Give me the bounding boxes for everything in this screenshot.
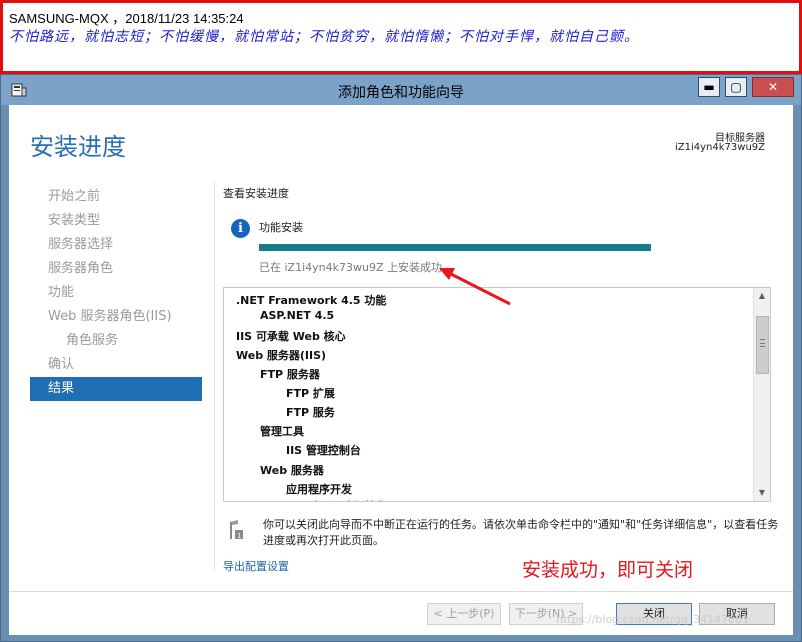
nav-item-web-server-role: Web 服务器角色(IIS) — [48, 309, 172, 324]
close-window-button[interactable]: ✕ — [752, 77, 794, 97]
annotation-callout: 安装成功，即可关闭 — [522, 559, 694, 581]
export-config-link[interactable]: 导出配置设置 — [223, 558, 289, 574]
annotation-arrow-icon — [439, 268, 511, 306]
section-heading: 查看安装进度 — [223, 187, 289, 200]
install-progress-bar — [259, 244, 651, 251]
nav-item-server-selection: 服务器选择 — [48, 237, 114, 252]
nav-item-results[interactable]: 结果 — [30, 377, 202, 401]
progress-fill — [259, 244, 651, 251]
feature-install-label: 功能安装 — [259, 221, 303, 234]
nav-item-confirmation: 确认 — [48, 357, 75, 372]
tree-item: Web 服务器(IIS) — [236, 349, 327, 362]
tree-item: .NET Framework 4.5 功能 — [236, 294, 387, 307]
window-title: 添加角色和功能向导 — [338, 85, 464, 101]
flag-note-icon: 1 — [230, 520, 243, 540]
close-note-text: 你可以关闭此向导而不中断正在运行的任务。请依次单击命令栏中的"通知"和"任务详细… — [263, 518, 779, 547]
footer-divider — [9, 591, 793, 592]
target-server-name: iZ1i4yn4k73wu9Z — [675, 142, 765, 153]
scroll-down-icon[interactable]: ▼ — [754, 485, 770, 501]
tree-item: 应用程序开发 — [286, 483, 352, 496]
nav-item-server-roles: 服务器角色 — [48, 261, 114, 276]
title-bar[interactable]: 添加角色和功能向导 ▬ ▢ ✕ — [1, 75, 801, 105]
tree-item: IIS 管理控制台 — [286, 444, 361, 457]
tree-item: 管理工具 — [260, 425, 304, 438]
minimize-button[interactable]: ▬ — [698, 77, 720, 97]
maximize-button[interactable]: ▢ — [725, 77, 747, 97]
banner-header: SAMSUNG-MQX ，2018/11/23 14:35:24 — [9, 11, 244, 26]
tree-item: FTP 服务 — [286, 406, 335, 419]
divider — [214, 181, 215, 571]
tree-item: FTP 扩展 — [286, 387, 335, 400]
nav-item-installation-type: 安装类型 — [48, 213, 101, 228]
tree-item: FTP 服务器 — [260, 368, 320, 381]
tree-item: IIS 可承载 Web 核心 — [236, 330, 346, 343]
watermark: https://blog.csdn.net/qq_34147601 — [556, 613, 750, 626]
install-status-text: 已在 iZ1i4yn4k73wu9Z 上安装成功。 — [259, 261, 453, 274]
nav-item-role-services: 角色服务 — [66, 333, 119, 348]
tree-item: 应用程序初始化 — [310, 498, 387, 501]
info-icon: i — [231, 219, 250, 238]
page-title: 安装进度 — [30, 133, 126, 161]
tree-item: ASP.NET 4.5 — [260, 309, 335, 322]
svg-text:1: 1 — [237, 532, 241, 540]
grip-icon — [760, 339, 765, 347]
wizard-nav: 开始之前 安装类型 服务器选择 服务器角色 功能 Web 服务器角色(IIS) … — [30, 185, 202, 401]
scrollbar-thumb[interactable] — [756, 316, 769, 374]
nav-item-features: 功能 — [48, 285, 75, 300]
vertical-scrollbar[interactable]: ▲ ▼ — [753, 288, 770, 501]
annotation-banner: SAMSUNG-MQX ，2018/11/23 14:35:24 不怕路远，就怕… — [0, 0, 802, 74]
previous-button[interactable]: < 上一步(P) — [427, 603, 501, 625]
scroll-up-icon[interactable]: ▲ — [754, 288, 770, 304]
banner-quote: 不怕路远，就怕志短；不怕缓慢，就怕常站；不怕贫穷，就怕惰懒；不怕对手悍，就怕自己… — [9, 29, 639, 45]
feature-list[interactable]: .NET Framework 4.5 功能 ASP.NET 4.5 IIS 可承载 … — [223, 287, 771, 502]
tree-item: Web 服务器 — [260, 464, 324, 477]
nav-item-before-you-begin: 开始之前 — [48, 189, 101, 204]
feature-tree: .NET Framework 4.5 功能 ASP.NET 4.5 IIS 可承载 … — [224, 288, 754, 501]
